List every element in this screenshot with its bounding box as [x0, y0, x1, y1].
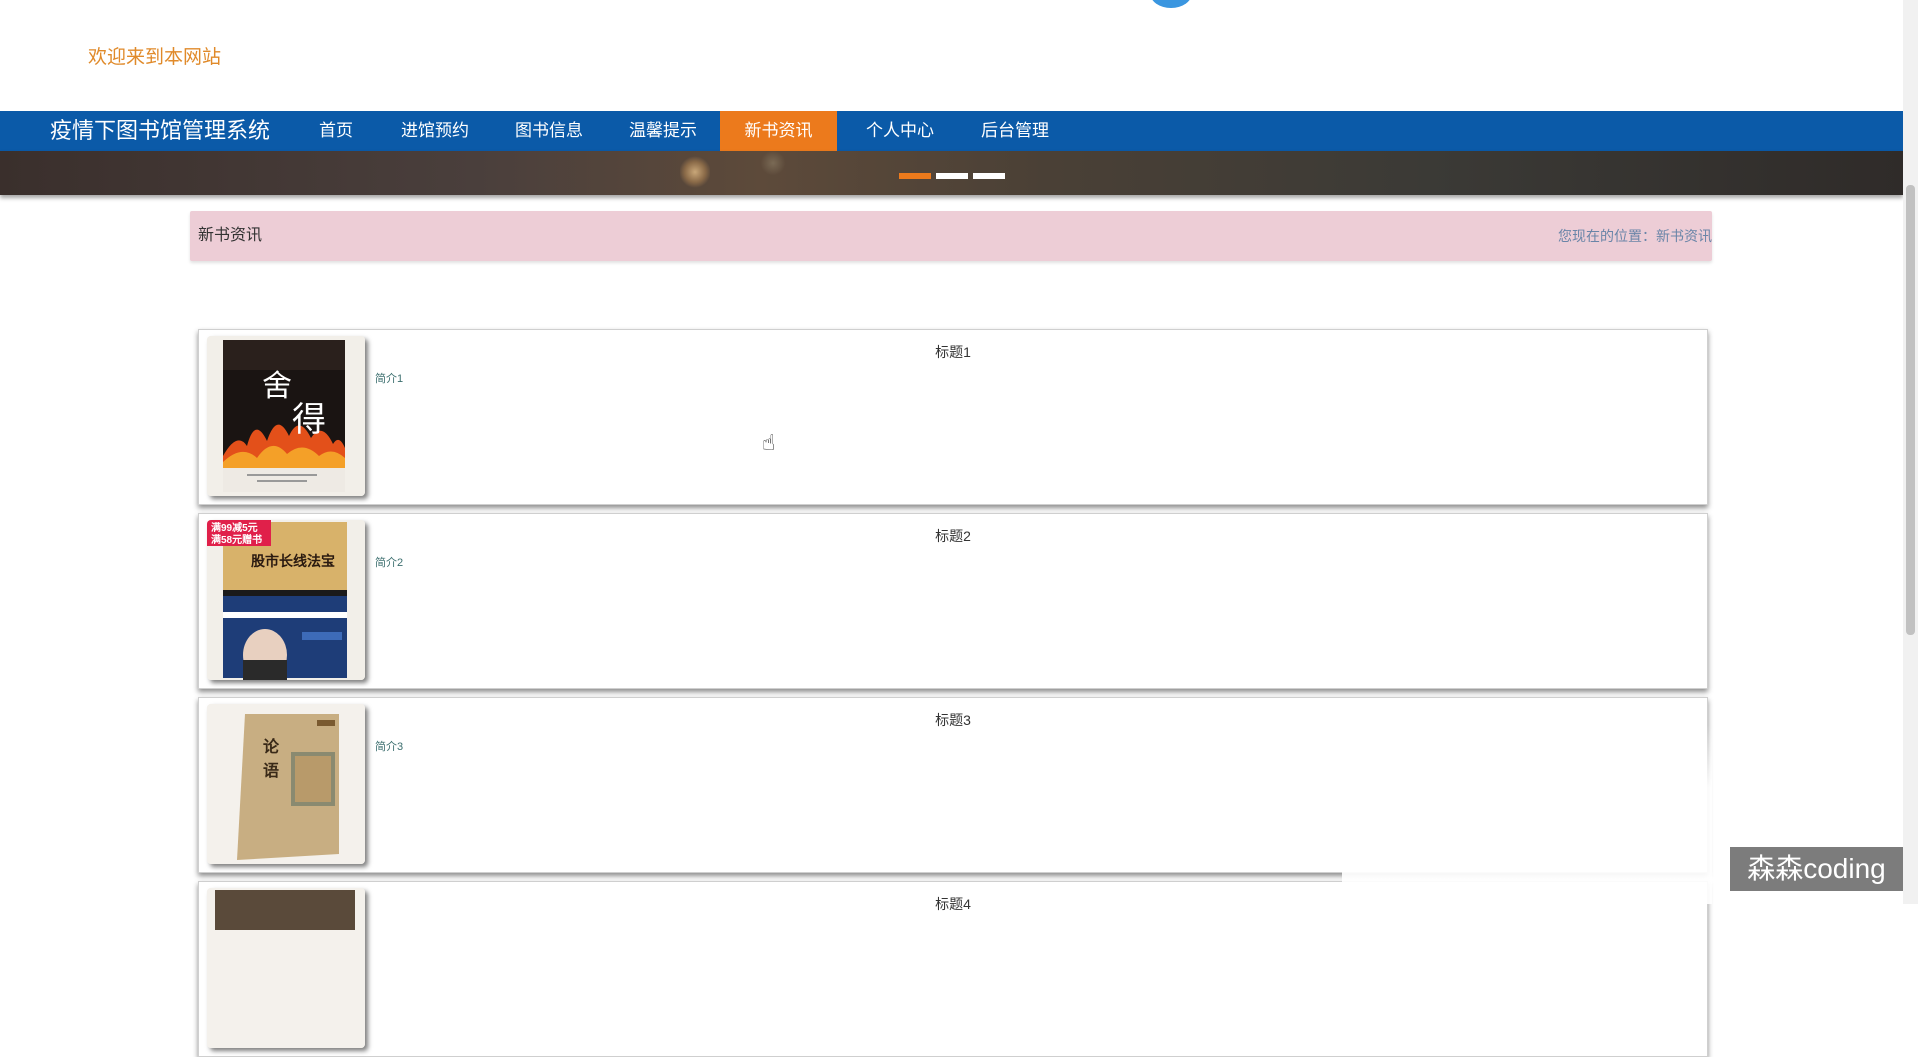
welcome-text: 欢迎来到本网站 [88, 47, 222, 68]
page-scrollbar[interactable] [1903, 0, 1918, 904]
news-item-title[interactable]: 标题1 [199, 342, 1707, 362]
carousel-dot-1[interactable] [899, 173, 931, 179]
news-item-title[interactable]: 标题2 [199, 526, 1707, 546]
breadcrumb: 新书资讯 您现在的位置：新书资讯 [190, 211, 1712, 261]
pointer-hand-icon: ☝ [762, 430, 776, 455]
nav-item-reservation[interactable]: 进馆预约 [401, 111, 469, 151]
site-brand[interactable]: 疫情下图书馆管理系统 [50, 111, 270, 151]
nav-item-new-books[interactable]: 新书资讯 [720, 111, 837, 151]
banner-flower-image [680, 155, 710, 189]
cover-title-char: 论 [263, 737, 280, 756]
nav-item-tips[interactable]: 温馨提示 [629, 111, 697, 151]
main-nav: 疫情下图书馆管理系统 首页 进馆预约 图书信息 温馨提示 新书资讯 个人中心 后… [0, 111, 1903, 151]
nav-item-admin[interactable]: 后台管理 [981, 111, 1049, 151]
section-title: 新书资讯 [198, 227, 263, 244]
overlay-fade [1342, 725, 1712, 904]
carousel-dot-3[interactable] [973, 173, 1005, 179]
cover-book-title: 股市长线法宝 [251, 553, 335, 569]
nav-item-personal-center[interactable]: 个人中心 [866, 111, 934, 151]
breadcrumb-path: 您现在的位置：新书资讯 [1558, 211, 1712, 261]
cover-title-char: 得 [292, 400, 326, 440]
watermark: 森森coding [1730, 847, 1903, 891]
scrollbar-thumb[interactable] [1906, 185, 1915, 635]
news-item-intro: 简介3 [375, 741, 404, 753]
news-item[interactable]: 满99减5元 满58元赠书 股市长线法宝 标题2 简介2 [198, 513, 1708, 689]
cover-title-char: 语 [263, 762, 279, 780]
nav-item-home[interactable]: 首页 [319, 111, 353, 151]
banner-flower-image [760, 151, 786, 175]
breadcrumb-prefix: 您现在的位置： [1558, 228, 1656, 244]
nav-item-book-info[interactable]: 图书信息 [515, 111, 583, 151]
cover-title-char: 舍 [262, 369, 292, 404]
news-item-intro: 简介2 [375, 557, 404, 569]
news-item-intro: 简介1 [375, 373, 404, 385]
carousel-dot-2[interactable] [936, 173, 968, 179]
banner-carousel [0, 151, 1903, 195]
news-item[interactable]: 标题4 [198, 881, 1708, 1057]
breadcrumb-location-link[interactable]: 新书资讯 [1656, 228, 1712, 244]
avatar-circle [1150, 0, 1192, 8]
news-item[interactable]: 舍 得 标题1 简介1 [198, 329, 1708, 505]
